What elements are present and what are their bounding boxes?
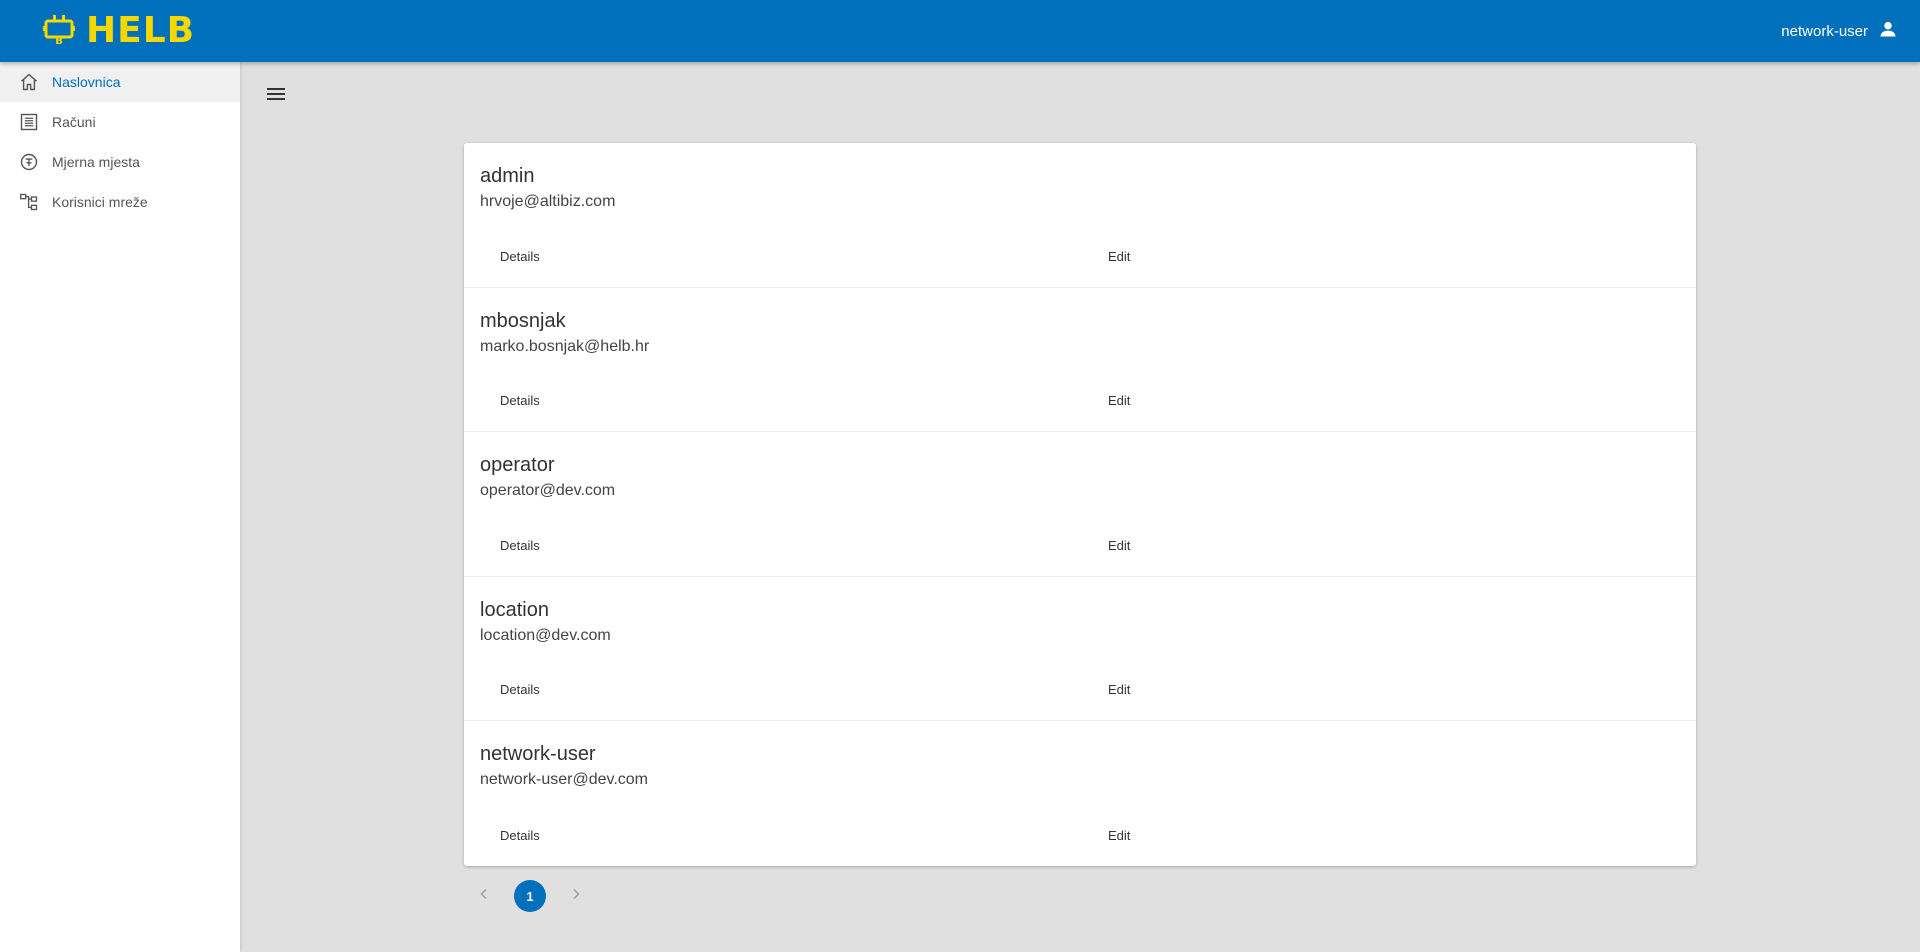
user-card-list: admin hrvoje@altibiz.com Details Edit mb… — [464, 143, 1696, 866]
brand[interactable]: B HELB — [42, 12, 195, 51]
user-card-actions: Details Edit — [464, 536, 1696, 556]
user-card: mbosnjak marko.bosnjak@helb.hr Details E… — [464, 287, 1696, 433]
details-button[interactable]: Details — [500, 680, 540, 700]
edit-button[interactable]: Edit — [1108, 536, 1130, 556]
hamburger-icon — [266, 86, 286, 107]
user-card-name: location — [480, 598, 549, 621]
user-card-name: mbosnjak — [480, 309, 566, 332]
details-button[interactable]: Details — [500, 247, 540, 267]
user-card: network-user network-user@dev.com Detail… — [464, 721, 1696, 866]
sidebar: Naslovnica Računi Mjerna mjesta Korisnic… — [0, 62, 240, 952]
sidebar-item-korisnici-mreze[interactable]: Korisnici mreže — [0, 182, 240, 222]
home-icon — [18, 71, 40, 93]
details-button[interactable]: Details — [500, 536, 540, 556]
account-icon — [1878, 19, 1898, 43]
list-icon — [18, 111, 40, 133]
edit-button[interactable]: Edit — [1108, 247, 1130, 267]
prev-page-button[interactable] — [470, 882, 498, 910]
brand-name: HELB — [86, 10, 196, 51]
top-app-bar: B HELB network-user — [0, 0, 1920, 62]
user-card-actions: Details Edit — [464, 247, 1696, 267]
user-card-name: network-user — [480, 743, 596, 766]
user-card-actions: Details Edit — [464, 391, 1696, 411]
next-page-button[interactable] — [562, 882, 590, 910]
user-card-email: operator@dev.com — [480, 482, 616, 500]
plug-b-icon: B — [42, 12, 76, 51]
user-card: location location@dev.com Details Edit — [464, 576, 1696, 722]
sidebar-item-label: Naslovnica — [52, 74, 121, 90]
page-number-button[interactable]: 1 — [514, 880, 546, 912]
user-card-name: operator — [480, 454, 555, 477]
user-card-actions: Details Edit — [464, 826, 1696, 846]
sidebar-item-racuni[interactable]: Računi — [0, 102, 240, 142]
sidebar-item-label: Mjerna mjesta — [52, 154, 140, 170]
edit-button[interactable]: Edit — [1108, 680, 1130, 700]
svg-text:B: B — [55, 36, 63, 46]
edit-button[interactable]: Edit — [1108, 826, 1130, 846]
user-menu-button[interactable]: network-user — [1781, 19, 1898, 43]
user-card-email: location@dev.com — [480, 626, 611, 644]
pagination: 1 — [470, 880, 590, 912]
user-card-email: network-user@dev.com — [480, 771, 648, 789]
menu-toggle-button[interactable] — [264, 84, 288, 108]
sidebar-item-label: Korisnici mreže — [52, 194, 148, 210]
details-button[interactable]: Details — [500, 391, 540, 411]
chevron-right-icon — [570, 887, 582, 905]
network-tree-icon — [18, 191, 40, 213]
sidebar-item-label: Računi — [52, 114, 96, 130]
user-card: operator operator@dev.com Details Edit — [464, 432, 1696, 577]
user-card: admin hrvoje@altibiz.com Details Edit — [464, 143, 1696, 288]
user-card-email: hrvoje@altibiz.com — [480, 193, 616, 210]
chevron-left-icon — [478, 887, 490, 905]
sidebar-item-mjerna-mjesta[interactable]: Mjerna mjesta — [0, 142, 240, 182]
meter-icon — [18, 151, 40, 173]
user-card-name: admin — [480, 165, 535, 187]
sidebar-item-naslovnica[interactable]: Naslovnica — [0, 62, 240, 102]
user-card-email: marko.bosnjak@helb.hr — [480, 337, 650, 355]
user-name: network-user — [1781, 22, 1868, 40]
user-card-actions: Details Edit — [464, 680, 1696, 700]
edit-button[interactable]: Edit — [1108, 391, 1130, 411]
details-button[interactable]: Details — [500, 826, 540, 846]
